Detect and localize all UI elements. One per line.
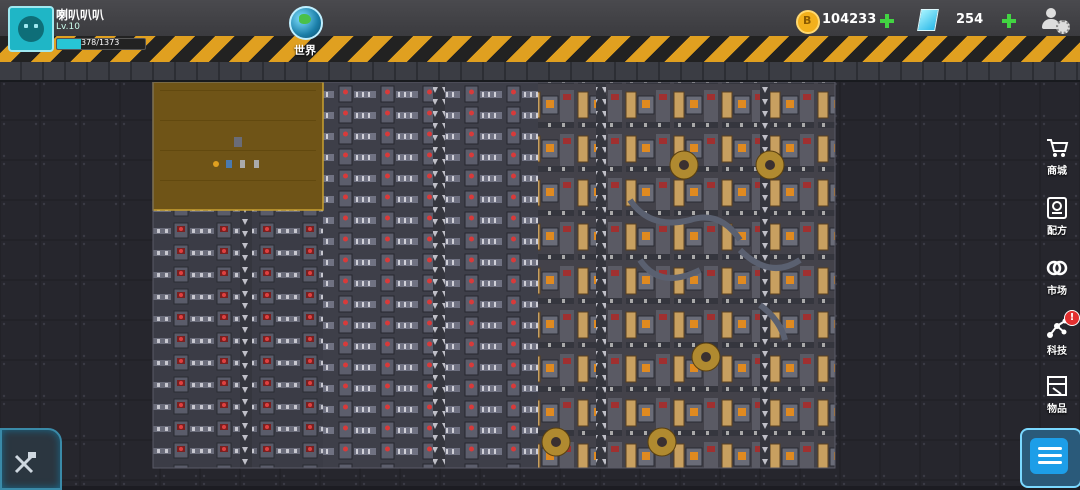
cart-icon <box>1047 139 1069 157</box>
menu-tech[interactable]: ! 科技 <box>1036 310 1080 362</box>
tools-button[interactable] <box>0 428 62 490</box>
menu-label: 物品 <box>1047 404 1067 415</box>
wall-rail <box>0 62 1080 82</box>
settings-button[interactable] <box>1040 6 1070 34</box>
menu-recipe[interactable]: 配方 <box>1036 192 1078 242</box>
coin-icon: B <box>796 10 820 34</box>
menu-label: 市场 <box>1047 286 1067 297</box>
menu-market[interactable]: 市场 <box>1036 252 1078 302</box>
user-settings-icon <box>1046 8 1056 18</box>
wrench-hammer-icon <box>14 452 36 474</box>
player-avatar[interactable] <box>8 6 54 52</box>
globe-icon <box>289 6 323 40</box>
coin-value: 104233 <box>822 12 877 27</box>
add-coins-button[interactable] <box>880 14 894 28</box>
items-icon <box>1047 376 1067 396</box>
player-name: 喇叭叭叭 <box>56 8 105 22</box>
world-label: 世界 <box>294 44 316 57</box>
recipe-icon <box>1047 197 1067 219</box>
avatar-face-icon <box>18 16 44 42</box>
player-level: Lv.10 <box>56 22 80 32</box>
xp-text: 378/1373 <box>81 38 120 47</box>
xp-fill <box>57 39 82 49</box>
list-icon <box>1030 438 1068 474</box>
market-icon <box>1046 260 1068 276</box>
menu-label: 科技 <box>1047 346 1067 357</box>
hazard-stripe <box>0 36 1080 62</box>
world-button[interactable]: 世界 <box>287 6 323 57</box>
menu-label: 商城 <box>1047 166 1067 177</box>
gear-icon <box>1056 20 1070 34</box>
menu-shop[interactable]: 商城 <box>1036 132 1078 182</box>
gem-value: 254 <box>956 12 984 27</box>
menu-list-button[interactable] <box>1020 428 1080 488</box>
add-gems-button[interactable] <box>1002 14 1016 28</box>
tech-alert-badge: ! <box>1064 310 1080 326</box>
top-bar <box>0 0 1080 64</box>
menu-label: 配方 <box>1047 226 1067 237</box>
menu-items[interactable]: 物品 <box>1036 370 1078 420</box>
xp-bar: 378/1373 <box>56 38 146 50</box>
